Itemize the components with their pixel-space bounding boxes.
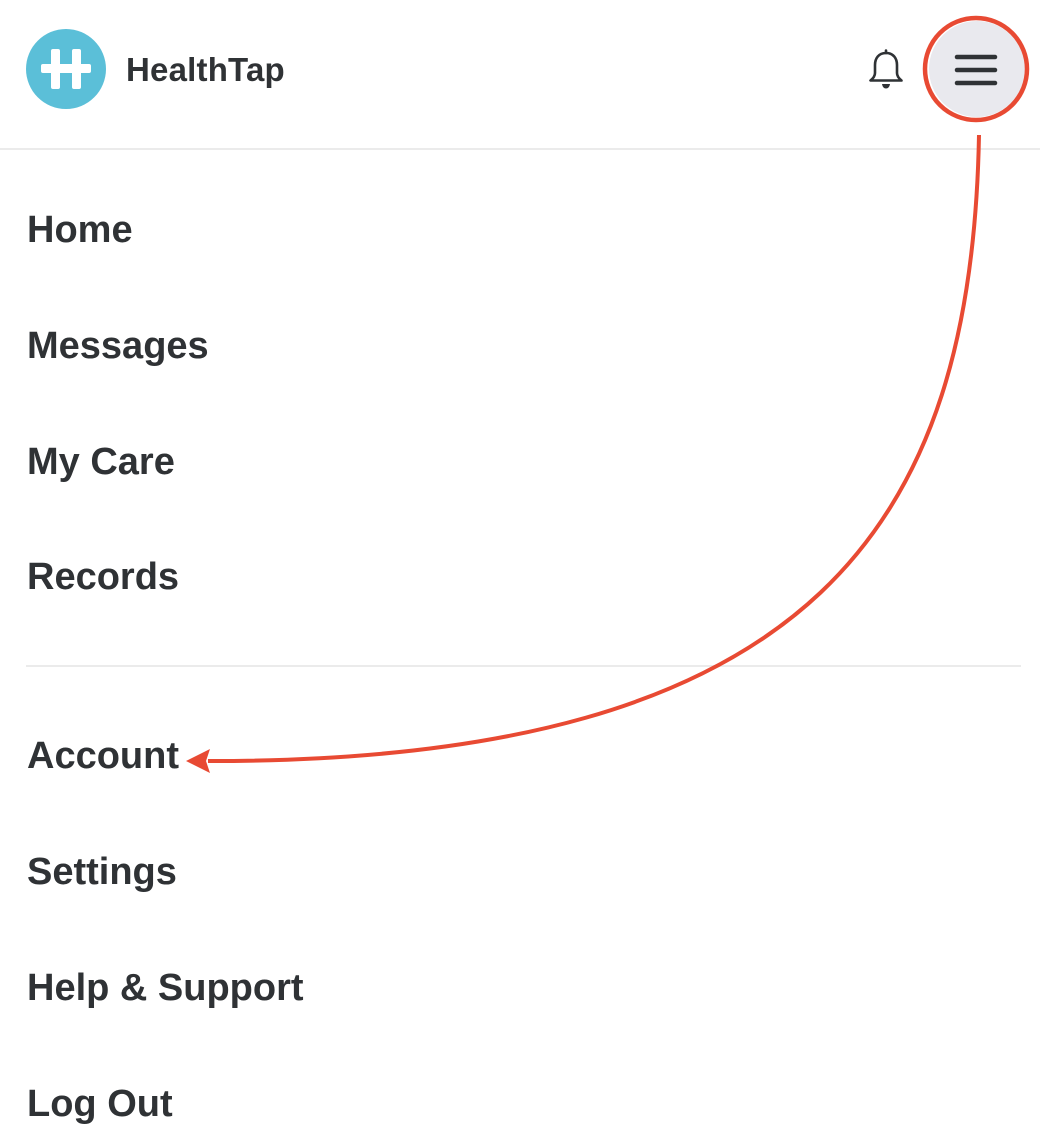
menu-item-account[interactable]: Account [27, 732, 179, 780]
annotation-arrowhead [186, 749, 210, 773]
menu-item-messages[interactable]: Messages [27, 322, 209, 370]
menu-item-home[interactable]: Home [27, 206, 133, 254]
menu-item-log-out[interactable]: Log Out [27, 1080, 173, 1128]
annotation-arrow-line [207, 134, 981, 764]
app-header: HealthTap [0, 0, 1040, 150]
menu-divider [26, 665, 1021, 667]
brand-name: HealthTap [126, 51, 285, 88]
menu-item-help-support[interactable]: Help & Support [27, 964, 304, 1012]
hamburger-menu-icon [954, 54, 998, 86]
healthtap-logo-icon[interactable] [26, 29, 106, 109]
bell-icon[interactable] [866, 49, 906, 91]
hamburger-menu-button[interactable] [929, 21, 1025, 117]
menu-item-records[interactable]: Records [27, 553, 179, 601]
menu-item-my-care[interactable]: My Care [27, 438, 175, 486]
menu-item-settings[interactable]: Settings [27, 848, 177, 896]
